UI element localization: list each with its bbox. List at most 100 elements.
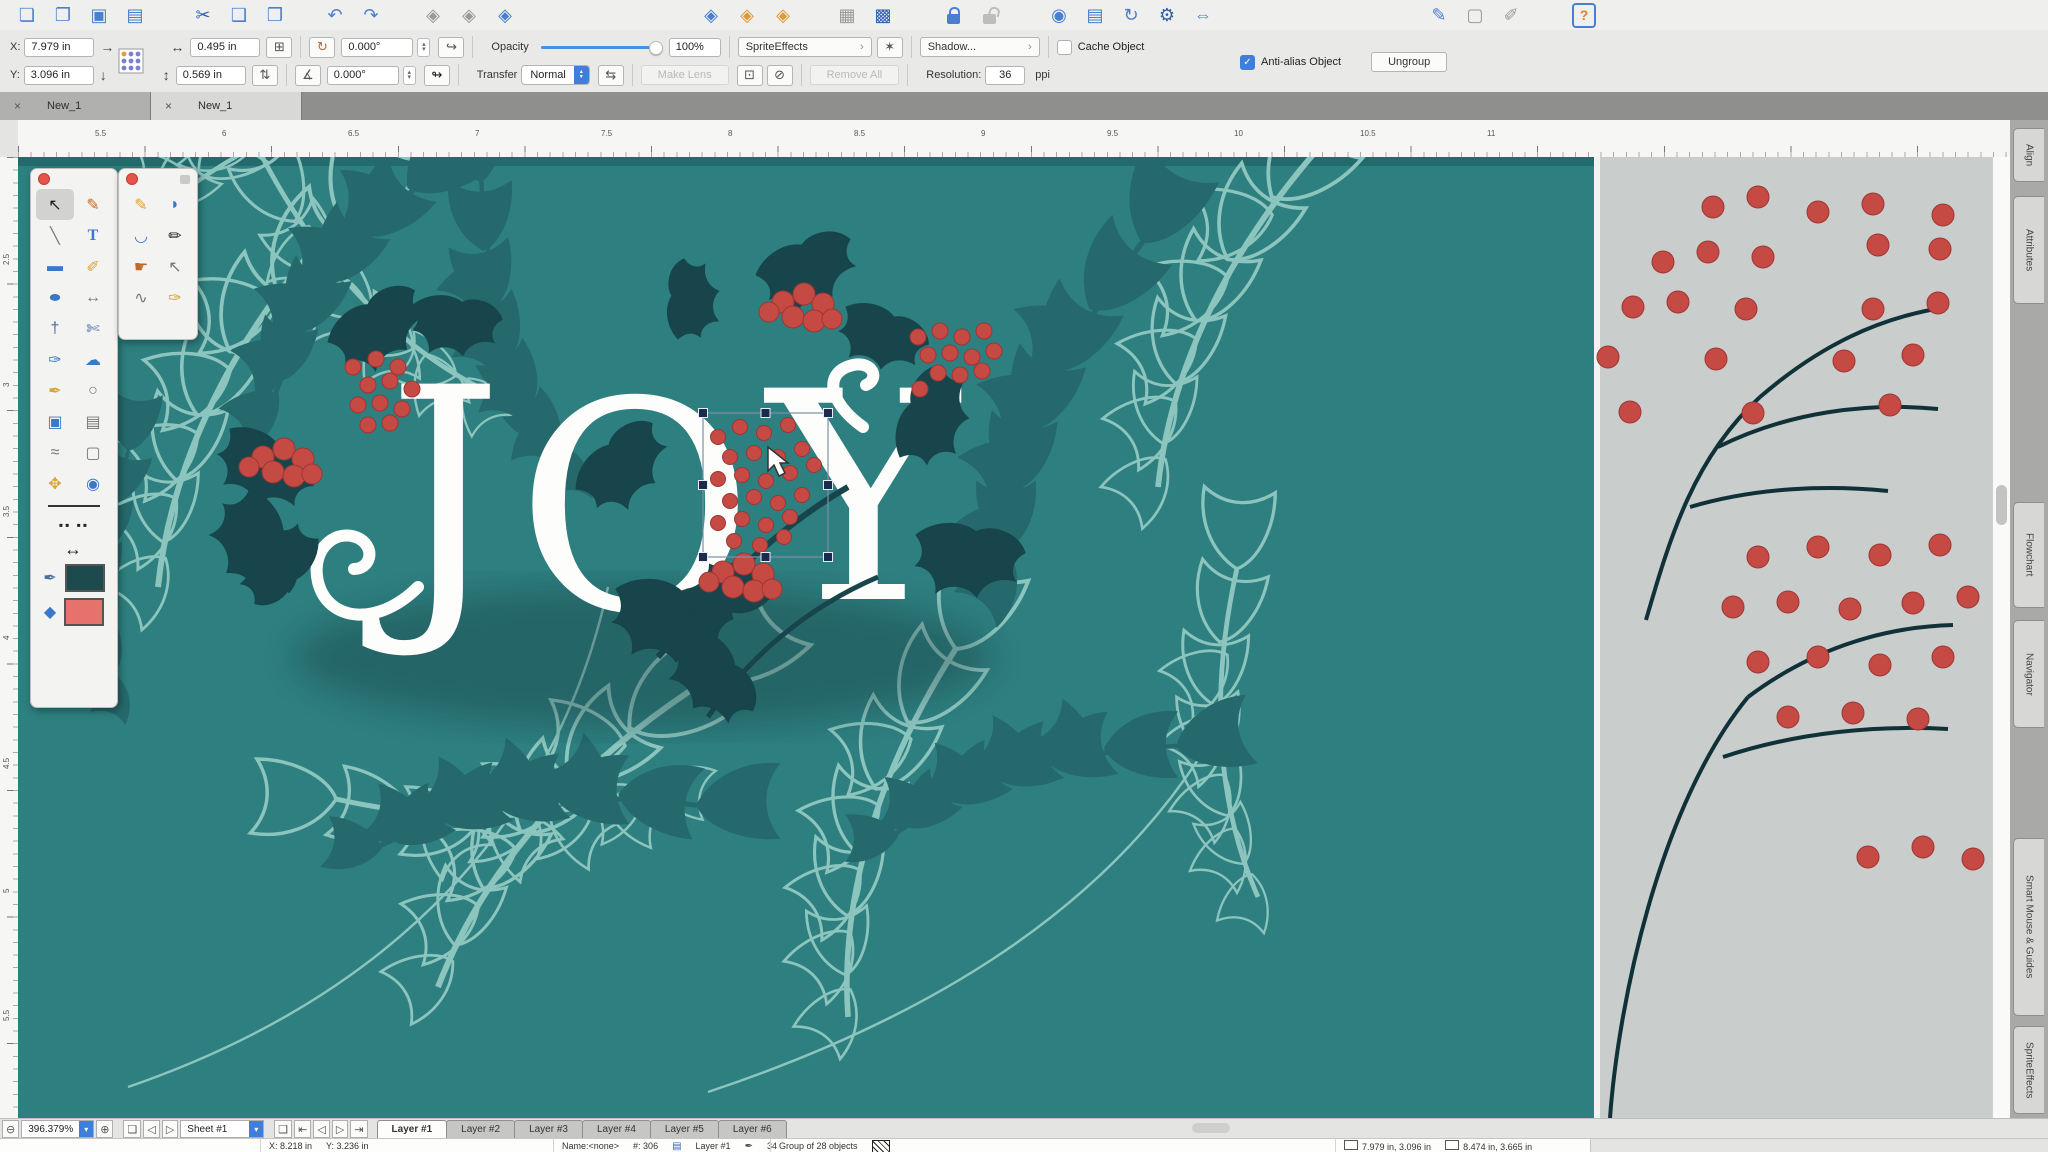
wedge-tool[interactable]: ◗ — [158, 189, 192, 220]
height-input[interactable]: 0.569 in — [176, 66, 246, 85]
next-layer-button[interactable]: ▷ — [332, 1120, 348, 1138]
horizontal-scrollbar-thumb[interactable] — [1192, 1123, 1230, 1133]
direct-select-tool[interactable]: ↖ — [158, 251, 192, 282]
object-specs-icon[interactable]: ⚙ — [1154, 2, 1180, 28]
first-layer-button[interactable]: ⇤ — [294, 1120, 311, 1138]
send-to-back-icon[interactable]: ◈ — [770, 2, 796, 28]
lens-tool[interactable]: ○ — [74, 375, 112, 406]
doc-tab-1[interactable]: × New_1 — [0, 92, 151, 120]
sheet-select[interactable]: Sheet #1 ▾ — [180, 1120, 264, 1138]
select-tool[interactable]: ↖ — [36, 189, 74, 220]
marker-tool[interactable]: ✑ — [36, 344, 74, 375]
opacity-slider[interactable] — [541, 40, 661, 54]
cache-object-checkbox[interactable]: Cache Object — [1057, 40, 1145, 55]
selection-handle[interactable] — [824, 553, 833, 562]
pen-tool[interactable]: ✎ — [124, 189, 158, 220]
visibility-icon[interactable]: ◉ — [1046, 2, 1072, 28]
zoom-out-button[interactable]: ⊖ — [2, 1120, 19, 1138]
rotate-button[interactable]: ↻ — [309, 37, 335, 58]
arc-tool[interactable]: ◡ — [124, 220, 158, 251]
stamp-tool[interactable]: ▣ — [36, 406, 74, 437]
selection-handle[interactable] — [761, 409, 770, 418]
panel-tab-flowchart[interactable]: Flowchart — [2013, 502, 2044, 608]
selection-handle[interactable] — [699, 409, 708, 418]
bring-to-front-icon[interactable]: ◈ — [734, 2, 760, 28]
unlock-icon[interactable] — [976, 2, 1002, 28]
eyedropper-tool[interactable]: † — [36, 313, 74, 344]
layer-tab-6[interactable]: Layer #6 — [718, 1120, 787, 1139]
page-setup-icon[interactable]: ▤ — [1082, 2, 1108, 28]
new-document-icon[interactable]: ❏ — [14, 2, 40, 28]
panel-tab-attributes[interactable]: Attributes — [2013, 196, 2044, 304]
paste-icon[interactable]: ❒ — [262, 2, 288, 28]
transfer-mode-select[interactable]: Normal ▴▾ — [521, 65, 589, 85]
smudge-tool[interactable]: ✐ — [74, 251, 112, 282]
layer-tab-5[interactable]: Layer #5 — [650, 1120, 719, 1139]
annotate-icon[interactable]: ✐ — [1498, 2, 1524, 28]
next-sheet-button[interactable]: ▷ — [162, 1120, 178, 1138]
undo-icon[interactable]: ↶ — [322, 2, 348, 28]
fill-color-swatch[interactable] — [64, 598, 104, 626]
panel-tab-align[interactable]: Align — [2013, 128, 2044, 182]
remove-all-button[interactable]: Remove All — [810, 65, 900, 85]
print-icon[interactable]: ▤ — [122, 2, 148, 28]
skew-stepper[interactable]: ▴▾ — [403, 66, 416, 85]
lock-icon[interactable] — [940, 2, 966, 28]
cut-icon[interactable]: ✂ — [190, 2, 216, 28]
bezier-tool[interactable]: ✑ — [158, 282, 192, 313]
grid-icon[interactable]: ▦ — [834, 2, 860, 28]
close-tab-icon[interactable]: × — [165, 99, 172, 113]
antialias-checkbox[interactable]: ✓ Anti-alias Object — [1240, 55, 1341, 70]
flip-button[interactable]: ⇅ — [252, 65, 278, 86]
camera-tool[interactable]: ▤ — [74, 406, 112, 437]
arrowhead-selector[interactable]: ↔ — [36, 537, 112, 561]
skew-input[interactable]: 0.000° — [327, 66, 399, 85]
rotate-object-icon[interactable]: ↻ — [1118, 2, 1144, 28]
document-canvas[interactable]: J O Y — [18, 157, 1992, 1118]
palette-header[interactable] — [119, 169, 197, 189]
save-document-icon[interactable]: ▣ — [86, 2, 112, 28]
palette-close-icon[interactable] — [38, 173, 50, 185]
pencil-tool[interactable]: ✏ — [158, 220, 192, 251]
layer-tab-1[interactable]: Layer #1 — [377, 1120, 448, 1139]
lens-remove-button[interactable]: ⊘ — [767, 65, 793, 86]
prev-sheet-button[interactable]: ◁ — [143, 1120, 159, 1138]
zoom-in-button[interactable]: ⊕ — [96, 1120, 113, 1138]
vertical-scrollbar[interactable] — [1992, 157, 2011, 1118]
panel-tab-smart-mouse[interactable]: Smart Mouse & Guides — [2013, 838, 2044, 1016]
orient-path-button[interactable]: ↪ — [438, 37, 464, 58]
ungroup-objects-icon[interactable]: ◈ — [456, 2, 482, 28]
quill-tool[interactable]: ✒ — [36, 375, 74, 406]
brush-tool[interactable]: ✎ — [74, 189, 112, 220]
dimensions-icon[interactable]: ⇔ — [1190, 2, 1216, 28]
hand-tool[interactable]: ✥ — [36, 468, 74, 499]
rotation-input[interactable]: 0.000° — [341, 38, 413, 57]
presentation-icon[interactable]: ▢ — [1462, 2, 1488, 28]
last-layer-button[interactable]: ⇥ — [350, 1120, 367, 1138]
width-input[interactable]: 0.495 in — [190, 38, 260, 57]
palette-lock-icon[interactable] — [180, 175, 190, 184]
new-sheet-button[interactable]: ❏ — [123, 1120, 141, 1138]
send-to-layer-icon[interactable]: ◈ — [698, 2, 724, 28]
prev-layer-button[interactable]: ◁ — [313, 1120, 329, 1138]
ghost-tool[interactable]: ☁ — [74, 344, 112, 375]
selection-handle[interactable] — [699, 553, 708, 562]
paint-edit-icon[interactable]: ✎ — [1426, 2, 1452, 28]
vertical-scrollbar-thumb[interactable] — [1996, 485, 2007, 525]
copy-icon[interactable]: ❑ — [226, 2, 252, 28]
dash-style-selector[interactable]: ▪▪ ▪▪ — [36, 513, 112, 537]
sheet-dropdown-icon[interactable]: ▾ — [249, 1121, 263, 1137]
redo-icon[interactable]: ↷ — [358, 2, 384, 28]
transfer-options-button[interactable]: ⇆ — [598, 65, 624, 86]
selection-handle[interactable] — [761, 553, 770, 562]
curve-tool[interactable]: ∿ — [124, 282, 158, 313]
zoom-level-select[interactable]: 396.379% ▾ — [21, 1120, 94, 1138]
canvas-viewport[interactable]: J O Y — [18, 157, 1992, 1118]
layer-tab-3[interactable]: Layer #3 — [514, 1120, 583, 1139]
layer-tab-4[interactable]: Layer #4 — [582, 1120, 651, 1139]
knife-tool[interactable]: ✄ — [74, 313, 112, 344]
resolution-input[interactable]: 36 — [985, 66, 1025, 85]
merge-layers-icon[interactable]: ◈ — [492, 2, 518, 28]
scale-options-button[interactable]: ⊞ — [266, 37, 292, 58]
ellipse-tool[interactable]: ● — [27, 282, 84, 313]
